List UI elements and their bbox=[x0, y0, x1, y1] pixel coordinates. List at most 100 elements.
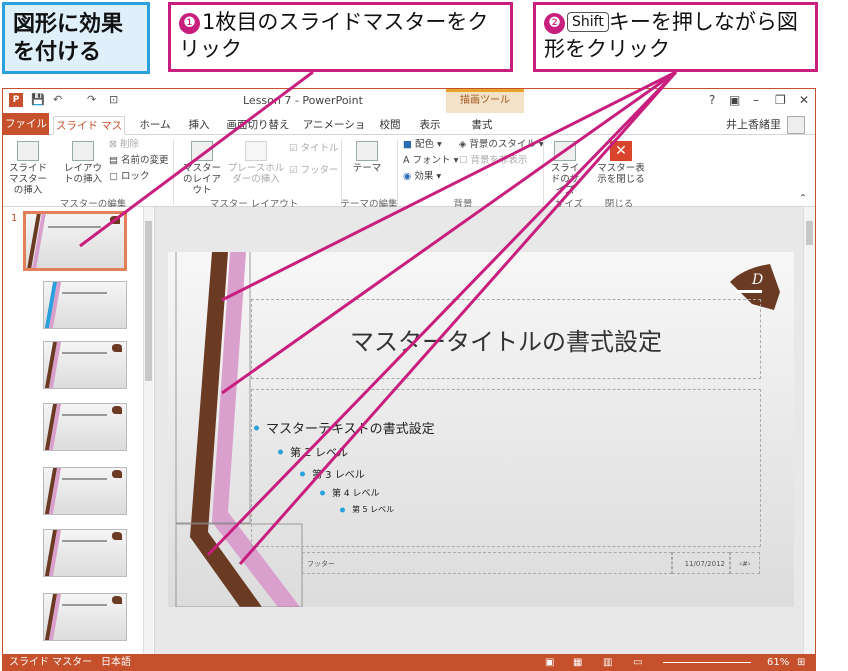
slide-thumbnails-pane: 1 bbox=[3, 207, 155, 654]
themes-button[interactable]: テーマ bbox=[349, 141, 385, 174]
thumbnail-layout[interactable] bbox=[43, 341, 127, 389]
thumbnail-layout[interactable] bbox=[43, 467, 127, 515]
group-separator bbox=[543, 139, 544, 205]
zoom-slider[interactable] bbox=[663, 662, 751, 663]
topic-tag-text: 図形に効果を付ける bbox=[13, 12, 124, 65]
insert-placeholder-button[interactable]: プレースホルダーの挿入 bbox=[225, 141, 287, 185]
zoom-level[interactable]: 61% bbox=[767, 654, 789, 670]
tab-view[interactable]: 表示 bbox=[415, 116, 445, 135]
view-mode-label: スライド マスター bbox=[9, 657, 93, 668]
ribbon-tabs: ファイル スライド マスター ホーム 挿入 画面切り替え アニメーション 校閲 … bbox=[3, 113, 815, 150]
tab-format[interactable]: 書式 bbox=[465, 116, 499, 135]
restore-button[interactable]: ❐ bbox=[775, 93, 786, 107]
step1-text: 1枚目のスライドマスターをクリック bbox=[179, 10, 489, 61]
lock-icon: ▢ bbox=[109, 171, 121, 182]
tab-review[interactable]: 校閲 bbox=[375, 116, 405, 135]
tab-animations[interactable]: アニメーション bbox=[299, 116, 369, 149]
fit-to-window-icon[interactable]: ⊞ bbox=[797, 654, 805, 670]
thumbnail-number: 1 bbox=[11, 213, 18, 224]
tab-home[interactable]: ホーム bbox=[135, 116, 175, 135]
tab-file[interactable]: ファイル bbox=[3, 113, 49, 135]
title-text: マスタータイトルの書式設定 bbox=[350, 327, 662, 356]
reading-view-icon[interactable]: ▥ bbox=[603, 654, 612, 670]
effects-button[interactable]: ◉ 効果 ▾ bbox=[403, 171, 441, 183]
thumbnail-layout[interactable] bbox=[43, 593, 127, 641]
fonts-icon: A bbox=[403, 155, 413, 166]
footer-checkbox[interactable]: ☑ フッター bbox=[289, 165, 339, 177]
minimize-button[interactable]: – bbox=[753, 93, 759, 107]
thumbnail-layout[interactable] bbox=[43, 529, 127, 577]
step2-callout: ❷ Shift キーを押しながら図形をクリック bbox=[533, 2, 818, 72]
background-styles-icon: ◈ bbox=[459, 139, 470, 150]
thumbnails-scrollbar[interactable] bbox=[143, 207, 153, 654]
scrollbar-thumb[interactable] bbox=[806, 221, 813, 245]
svg-text:D: D bbox=[751, 272, 763, 288]
powerpoint-app-icon: P bbox=[9, 93, 23, 107]
title-placeholder[interactable]: マスタータイトルの書式設定 bbox=[251, 299, 761, 379]
start-from-beginning-icon[interactable]: ⊡ bbox=[109, 93, 118, 109]
level-3-text: 第 3 レベル bbox=[312, 466, 365, 481]
topic-tag: 図形に効果を付ける bbox=[2, 2, 150, 74]
window-title: Lesson 7 - PowerPoint bbox=[243, 94, 363, 107]
ribbon-display-button[interactable]: ▣ bbox=[729, 93, 740, 107]
colors-icon: ■ bbox=[403, 139, 415, 150]
master-layout-button[interactable]: マスターのレイアウト bbox=[179, 141, 225, 196]
insert-slide-master-button[interactable]: スライド マスターの挿入 bbox=[5, 141, 51, 196]
user-account[interactable]: 井上香緒里 bbox=[726, 116, 805, 134]
slide-size-button[interactable]: スライドのサイズ bbox=[549, 141, 581, 196]
avatar bbox=[787, 116, 805, 134]
footer-placeholder[interactable]: フッター bbox=[302, 552, 672, 574]
insert-layout-button[interactable]: レイアウトの挿入 bbox=[63, 141, 103, 185]
fonts-button[interactable]: A フォント ▾ bbox=[403, 155, 458, 167]
language-label: 日本語 bbox=[101, 657, 131, 668]
preserve-button[interactable]: ▢ ロック bbox=[109, 171, 150, 183]
tab-slide-master[interactable]: スライド マスター bbox=[53, 116, 125, 150]
layout-icon bbox=[72, 141, 94, 161]
group-separator bbox=[173, 139, 174, 205]
help-button[interactable]: ? bbox=[709, 93, 715, 107]
thumbnail-layout[interactable] bbox=[43, 281, 127, 329]
scrollbar-thumb[interactable] bbox=[145, 221, 152, 381]
redo-icon[interactable]: ↷ bbox=[87, 93, 96, 109]
slide-number-placeholder[interactable]: ‹#› bbox=[730, 552, 760, 574]
title-checkbox[interactable]: ☑ タイトル bbox=[289, 143, 339, 155]
body-placeholder[interactable]: マスターテキストの書式設定 第 2 レベル 第 3 レベル 第 4 レベル 第 … bbox=[251, 389, 761, 547]
undo-icon[interactable]: ↶ bbox=[53, 93, 62, 109]
background-styles-button[interactable]: ◈ 背景のスタイル ▾ bbox=[459, 139, 544, 151]
title-bar: P 💾 ↶ ↷ ⊡ Lesson 7 - PowerPoint 描画ツール ? … bbox=[3, 89, 815, 113]
hide-background-checkbox[interactable]: ☐ 背景を非表示 bbox=[459, 155, 528, 167]
level-1-text: マスターテキストの書式設定 bbox=[266, 418, 435, 437]
collapse-ribbon-icon[interactable]: ⌃ bbox=[799, 193, 807, 205]
theme-icon bbox=[356, 141, 378, 161]
delete-button[interactable]: ⊠ 削除 bbox=[109, 139, 139, 151]
placeholder-icon bbox=[245, 141, 267, 161]
rename-icon: ▤ bbox=[109, 155, 121, 166]
checkbox-icon: ☐ bbox=[459, 155, 471, 166]
rename-button[interactable]: ▤ 名前の変更 bbox=[109, 155, 169, 167]
tab-transitions[interactable]: 画面切り替え bbox=[225, 116, 291, 135]
slide-master-icon bbox=[17, 141, 39, 161]
slide-sorter-icon[interactable]: ▦ bbox=[573, 654, 582, 670]
normal-view-icon[interactable]: ▣ bbox=[545, 654, 554, 670]
delete-icon: ⊠ bbox=[109, 139, 120, 150]
level-5-text: 第 5 レベル bbox=[352, 505, 395, 514]
master-layout-icon bbox=[191, 141, 213, 161]
colors-button[interactable]: ■ 配色 ▾ bbox=[403, 139, 442, 151]
slide-size-icon bbox=[554, 141, 576, 161]
slideshow-icon[interactable]: ▭ bbox=[633, 654, 642, 670]
tab-insert[interactable]: 挿入 bbox=[183, 116, 215, 135]
effects-icon: ◉ bbox=[403, 171, 415, 182]
close-master-view-button[interactable]: ✕ マスター表示を閉じる bbox=[595, 141, 647, 185]
shift-key: Shift bbox=[567, 12, 609, 32]
edit-area-scrollbar[interactable] bbox=[803, 207, 815, 654]
thumbnail-layout[interactable] bbox=[43, 403, 127, 451]
ribbon: スライド マスターの挿入 レイアウトの挿入 ⊠ 削除 ▤ 名前の変更 ▢ ロック… bbox=[3, 135, 815, 210]
step1-callout: ❶ 1枚目のスライドマスターをクリック bbox=[168, 2, 513, 72]
save-icon[interactable]: 💾 bbox=[31, 93, 45, 109]
close-master-icon: ✕ bbox=[610, 141, 632, 161]
close-button[interactable]: ✕ bbox=[799, 93, 809, 107]
date-placeholder[interactable]: 11/07/2012 bbox=[672, 552, 730, 574]
level-2-text: 第 2 レベル bbox=[290, 446, 348, 459]
tutorial-screenshot: 図形に効果を付ける ❶ 1枚目のスライドマスターをクリック ❷ Shift キーを押し… bbox=[0, 0, 848, 671]
thumbnail-slide-master[interactable] bbox=[23, 211, 127, 271]
